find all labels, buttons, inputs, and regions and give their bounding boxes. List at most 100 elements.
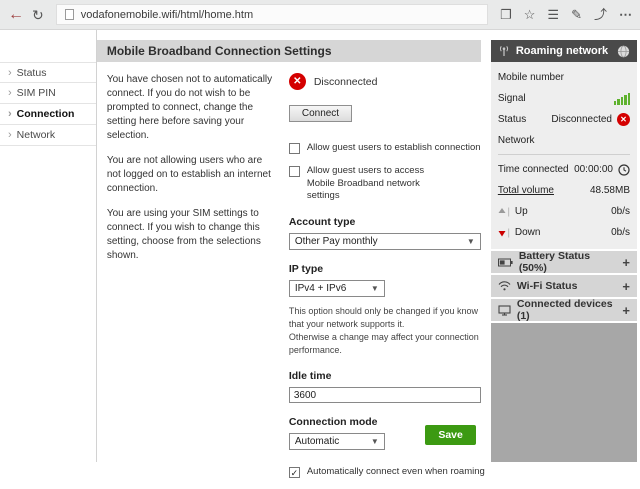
sidebar-item-sim-pin[interactable]: › SIM PIN	[0, 83, 96, 104]
row-value: Disconnected	[551, 114, 612, 125]
row-value: 48.58MB	[590, 185, 630, 196]
row-signal: Signal	[491, 88, 637, 109]
signal-bars-icon	[614, 93, 631, 105]
battery-icon	[498, 258, 513, 267]
guest-settings-checkbox[interactable]	[289, 166, 300, 177]
info-text-column: You have chosen not to automatically con…	[107, 73, 275, 489]
sidebar-item-status[interactable]: › Status	[0, 62, 96, 83]
left-nav: › Status › SIM PIN › Connection › Networ…	[0, 30, 97, 462]
page-title: Mobile Broadband Connection Settings	[97, 40, 481, 62]
page-icon	[65, 9, 74, 20]
row-time-connected: Time connected 00:00:00	[491, 159, 637, 180]
idle-time-input[interactable]	[289, 387, 481, 403]
note-line: This option should only be changed if yo…	[289, 305, 479, 331]
antenna-icon	[498, 45, 510, 57]
info-paragraph: You are using your SIM settings to conne…	[107, 207, 275, 263]
chevron-right-icon: ›	[8, 108, 12, 120]
roaming-checkbox-label: Automatically connect even when roaming	[307, 466, 485, 479]
divider	[498, 154, 630, 155]
connection-status-text: Disconnected	[314, 76, 378, 88]
ip-type-note: This option should only be changed if yo…	[289, 305, 479, 357]
more-icon[interactable]: ⋯	[619, 8, 632, 21]
ip-type-value: IPv4 + IPv6	[295, 283, 346, 294]
roaming-checkbox[interactable]: ✓	[289, 467, 300, 478]
browser-window: ← ↻ vodafonemobile.wifi/html/home.htm ❐ …	[0, 0, 640, 462]
globe-icon	[617, 45, 630, 58]
row-value: 0b/s	[611, 206, 630, 217]
wifi-icon	[498, 281, 511, 291]
roaming-network-header: Roaming network	[491, 40, 637, 62]
guest-connection-checkbox-row: Allow guest users to establish connectio…	[289, 142, 481, 155]
chevron-right-icon: ›	[8, 87, 12, 99]
row-status: Status Disconnected ✕	[491, 109, 637, 130]
address-bar[interactable]: vodafonemobile.wifi/html/home.htm	[56, 4, 488, 25]
total-volume-link[interactable]: Total volume	[498, 185, 554, 196]
browser-toolbar: ← ↻ vodafonemobile.wifi/html/home.htm ❐ …	[0, 0, 640, 30]
row-mobile-number: Mobile number	[491, 67, 637, 88]
share-icon[interactable]: ⤴	[594, 8, 607, 21]
account-type-select[interactable]: Other Pay monthly ▼	[289, 233, 481, 250]
favorites-star-icon[interactable]: ☆	[524, 8, 536, 21]
info-paragraph: You have chosen not to automatically con…	[107, 73, 275, 143]
main-content: Mobile Broadband Connection Settings You…	[97, 30, 486, 462]
expand-plus-icon[interactable]: +	[622, 255, 630, 270]
guest-settings-label: Allow guest users to access Mobile Broad…	[307, 165, 445, 203]
row-total-volume: Total volume 48.58MB	[491, 180, 637, 201]
section-label: Connected devices (1)	[517, 298, 617, 322]
row-label: Up	[515, 206, 528, 217]
row-network: Network	[491, 130, 637, 151]
connection-mode-value: Automatic	[295, 436, 339, 447]
chevron-down-icon: ▼	[467, 237, 475, 246]
guest-connection-label: Allow guest users to establish connectio…	[307, 142, 481, 155]
expand-plus-icon[interactable]: +	[622, 303, 630, 318]
expand-plus-icon[interactable]: +	[622, 279, 630, 294]
page-content: › Status › SIM PIN › Connection › Networ…	[0, 30, 640, 462]
sidebar-item-label: Network	[17, 129, 56, 141]
row-label: Mobile number	[498, 72, 564, 83]
clock-icon	[618, 164, 630, 176]
panel-empty-area	[491, 323, 637, 462]
section-label: Battery Status (50%)	[519, 250, 617, 274]
sidebar-item-label: Connection	[17, 108, 75, 120]
row-up: Up 0b/s	[491, 201, 637, 222]
note-line: Otherwise a change may affect your conne…	[289, 331, 479, 357]
row-value: 0b/s	[611, 227, 630, 238]
row-label: Time connected	[498, 164, 569, 175]
row-label: Signal	[498, 93, 526, 104]
disconnected-x-icon: ✕	[617, 113, 630, 126]
section-battery-status[interactable]: Battery Status (50%) +	[491, 251, 637, 273]
devices-icon	[498, 305, 511, 316]
upload-arrow-icon	[498, 207, 511, 217]
row-label: Network	[498, 135, 535, 146]
download-arrow-icon	[498, 228, 511, 238]
roaming-checkbox-row: ✓ Automatically connect even when roamin…	[289, 466, 481, 479]
idle-time-label: Idle time	[289, 370, 481, 382]
save-button[interactable]: Save	[425, 425, 476, 445]
connection-mode-select[interactable]: Automatic ▼	[289, 433, 385, 450]
row-label: Status	[498, 114, 526, 125]
back-icon[interactable]: ←	[8, 7, 24, 23]
guest-settings-checkbox-row: Allow guest users to access Mobile Broad…	[289, 165, 481, 203]
sidebar-item-label: SIM PIN	[17, 87, 56, 99]
disconnected-x-icon: ✕	[289, 73, 306, 90]
panel-title: Roaming network	[516, 45, 608, 57]
sidebar-item-connection[interactable]: › Connection	[0, 104, 96, 125]
ip-type-select[interactable]: IPv4 + IPv6 ▼	[289, 280, 385, 297]
info-paragraph: You are not allowing users who are not l…	[107, 154, 275, 196]
web-note-icon[interactable]: ✎	[571, 8, 582, 21]
section-label: Wi-Fi Status	[517, 280, 578, 292]
reading-view-icon[interactable]: ❐	[500, 8, 512, 21]
refresh-icon[interactable]: ↻	[32, 8, 44, 22]
guest-connection-checkbox[interactable]	[289, 143, 300, 154]
hub-icon[interactable]: ☰	[547, 8, 559, 21]
toolbar-icons: ❐ ☆ ☰ ✎ ⤴ ⋯	[500, 8, 632, 21]
connect-button[interactable]: Connect	[289, 105, 352, 122]
account-type-value: Other Pay monthly	[295, 236, 378, 247]
connection-status: ✕ Disconnected	[289, 73, 481, 90]
panel-body: Mobile number Signal Status Disconnected…	[491, 62, 637, 249]
section-wifi-status[interactable]: Wi-Fi Status +	[491, 275, 637, 297]
row-down: Down 0b/s	[491, 222, 637, 243]
row-label: Down	[515, 227, 541, 238]
section-connected-devices[interactable]: Connected devices (1) +	[491, 299, 637, 321]
sidebar-item-network[interactable]: › Network	[0, 125, 96, 146]
